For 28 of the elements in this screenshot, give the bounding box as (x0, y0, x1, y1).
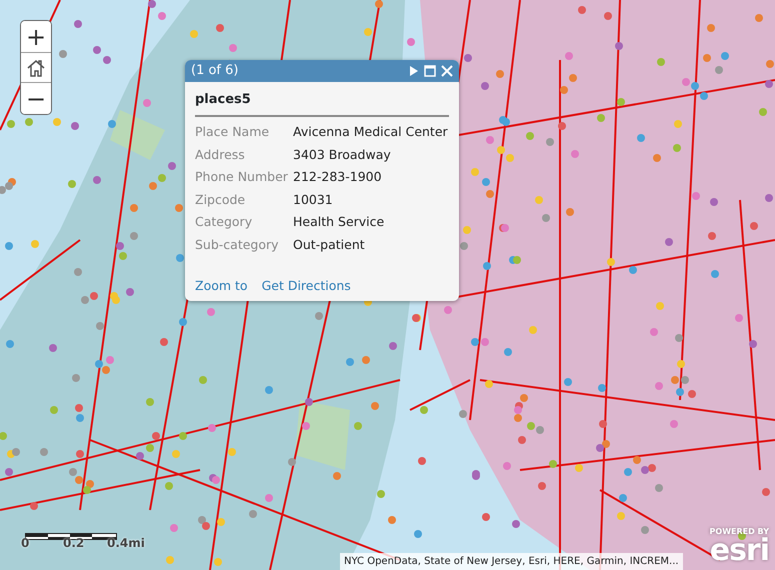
close-button[interactable] (441, 65, 453, 77)
esri-logo: POWERED BY esri (710, 528, 769, 566)
field-label: Place Name (195, 123, 270, 142)
field-value: 212-283-1900 (293, 168, 382, 186)
attribution-text: NYC OpenData, State of New Jersey, Esri, HERE, Garmin, INCREM... (340, 553, 683, 570)
field-label: Zipcode (195, 190, 246, 209)
maximize-icon (424, 65, 436, 77)
scale-label: 0.4mi (107, 535, 145, 552)
field-value: Health Service (293, 213, 384, 232)
field-label: Sub-category (195, 236, 280, 254)
field-label: Category (195, 213, 254, 232)
maximize-button[interactable] (424, 65, 436, 77)
popup-link[interactable]: Get Directions (262, 278, 351, 292)
field-value: Out-patient (293, 236, 365, 254)
home-icon (26, 58, 46, 78)
field-value: 10031 (293, 190, 333, 209)
field-value: 3403 Broadway (293, 146, 391, 164)
close-icon (441, 65, 453, 77)
popup-counter: (1 of 6) (191, 62, 238, 80)
field-value: Avicenna Medical Center (293, 123, 448, 142)
popup-link[interactable]: Zoom to (195, 278, 248, 292)
home-button[interactable] (21, 52, 51, 83)
field-label: Address (195, 146, 246, 164)
next-button[interactable] (409, 65, 419, 77)
field-label: Phone Number (195, 168, 289, 186)
popup-title: places5 (195, 90, 449, 116)
scale-label: 0 (21, 535, 30, 552)
scale-label: 0.2 (63, 535, 84, 552)
